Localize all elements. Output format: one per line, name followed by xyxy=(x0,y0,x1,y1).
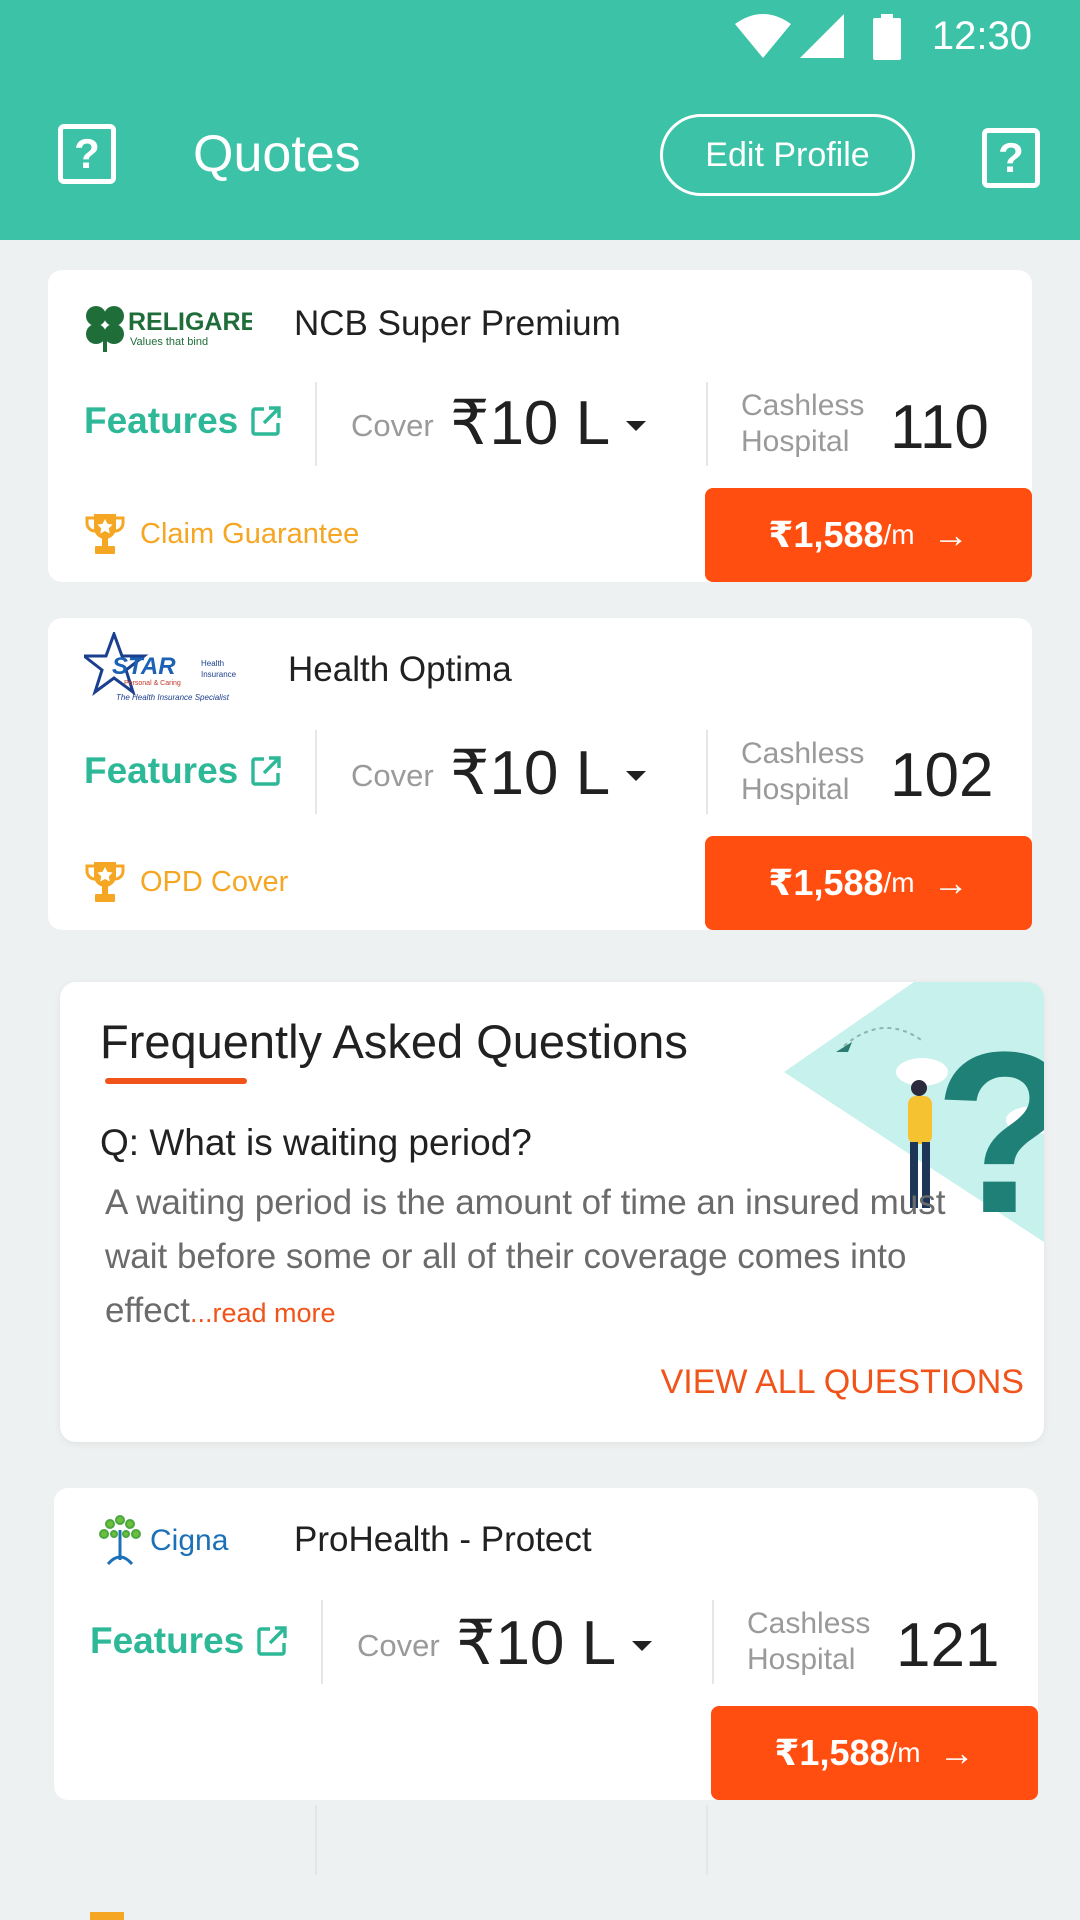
price-unit: /m xyxy=(889,1737,921,1768)
external-link-icon xyxy=(257,1626,287,1656)
cashless-hospital-label: Cashless Hospital xyxy=(747,1607,871,1676)
divider xyxy=(321,1600,323,1684)
read-more-link[interactable]: ...read more xyxy=(190,1298,336,1328)
arrow-right-icon: → xyxy=(938,1732,975,1773)
chevron-down-icon xyxy=(626,421,647,431)
quote-card: STAR Personal & Caring Health Insurance … xyxy=(48,618,1032,930)
cigna-logo: Cigna xyxy=(99,1515,229,1566)
buy-button[interactable]: ₹1,588 /m → xyxy=(711,1706,1038,1800)
page-title: Quotes xyxy=(193,125,361,183)
buy-button[interactable]: ₹1,588 /m → xyxy=(705,836,1032,930)
arrow-right-icon: → xyxy=(932,862,969,903)
trophy-icon xyxy=(90,1912,124,1920)
divider xyxy=(315,1805,317,1875)
cover-label: Cover xyxy=(351,758,434,793)
faq-card: ? Frequently Asked Questions Q: What is … xyxy=(60,982,1044,1442)
price: ₹1,588 xyxy=(774,1732,890,1773)
quote-card: RELIGARE Values that bind NCB Super Prem… xyxy=(48,270,1032,582)
cover-value: ₹10 L xyxy=(456,1609,617,1678)
plan-name: ProHealth - Protect xyxy=(294,1520,592,1559)
tag-label: OPD Cover xyxy=(140,865,289,898)
features-link[interactable]: Features xyxy=(84,396,282,446)
svg-text:STAR: STAR xyxy=(112,653,176,680)
feature-tag: Claim Guarantee xyxy=(84,512,359,556)
cover-value: ₹10 L xyxy=(450,389,611,458)
chevron-down-icon xyxy=(626,771,647,781)
signal-icon xyxy=(800,14,844,58)
cover-dropdown[interactable]: ₹10 L xyxy=(450,736,647,812)
features-label: Features xyxy=(90,1620,245,1661)
quote-card: Cigna ProHealth - Protect Features Cover… xyxy=(54,1488,1038,1800)
battery-icon xyxy=(873,14,901,60)
help-icon[interactable]: ? xyxy=(58,124,116,184)
svg-text:Personal & Caring: Personal & Caring xyxy=(124,680,181,687)
feature-tag: OPD Cover xyxy=(84,860,288,904)
divider xyxy=(315,730,317,814)
trophy-icon xyxy=(85,862,125,902)
cover-label: Cover xyxy=(351,408,434,443)
faq-title: Frequently Asked Questions xyxy=(100,1015,688,1068)
cashless-hospital-label: Cashless Hospital xyxy=(741,737,865,806)
arrow-right-icon: → xyxy=(932,514,969,555)
help-icon-right[interactable]: ? xyxy=(982,128,1040,188)
tag-label: Claim Guarantee xyxy=(140,517,360,550)
features-link[interactable]: Features xyxy=(84,746,282,796)
features-label: Features xyxy=(84,400,239,441)
faq-answer: A waiting period is the amount of time a… xyxy=(105,1183,946,1330)
svg-text:Insurance: Insurance xyxy=(201,670,237,679)
view-all-questions-link[interactable]: VIEW ALL QUESTIONS xyxy=(661,1360,1024,1404)
external-link-icon xyxy=(251,756,281,786)
svg-text:Values that bind: Values that bind xyxy=(130,336,208,348)
trophy-icon xyxy=(85,514,125,554)
svg-text:RELIGARE: RELIGARE xyxy=(128,308,252,336)
divider xyxy=(706,382,708,466)
svg-text:Cigna: Cigna xyxy=(150,1524,229,1557)
divider xyxy=(706,730,708,814)
app-bar: 12:30 ? Quotes Edit Profile ? xyxy=(0,0,1080,240)
cover-dropdown[interactable]: ₹10 L xyxy=(456,1606,653,1682)
cover-dropdown[interactable]: ₹10 L xyxy=(450,386,647,462)
hospital-count: 102 xyxy=(890,741,994,810)
features-link[interactable]: Features xyxy=(90,1616,288,1666)
divider xyxy=(712,1600,714,1684)
plan-name: Health Optima xyxy=(288,650,512,689)
wifi-icon xyxy=(735,14,791,58)
plan-name: NCB Super Premium xyxy=(294,304,621,343)
features-label: Features xyxy=(84,750,239,791)
chevron-down-icon xyxy=(632,1641,653,1651)
faq-question: Q: What is waiting period? xyxy=(100,1122,532,1163)
divider xyxy=(315,382,317,466)
star-health-logo: STAR Personal & Caring Health Insurance … xyxy=(84,632,237,702)
status-time: 12:30 xyxy=(931,14,1032,58)
religare-logo: RELIGARE Values that bind xyxy=(86,306,252,352)
svg-text:Health: Health xyxy=(201,659,224,668)
divider xyxy=(706,1805,708,1875)
price-unit: /m xyxy=(883,519,915,550)
hospital-count: 121 xyxy=(896,1611,1000,1680)
external-link-icon xyxy=(251,406,281,436)
svg-text:The Health Insurance Specialis: The Health Insurance Specialist xyxy=(116,693,230,702)
cover-value: ₹10 L xyxy=(450,739,611,808)
cashless-hospital-label: Cashless Hospital xyxy=(741,389,865,458)
price-unit: /m xyxy=(883,867,915,898)
faq-title-underline xyxy=(105,1078,247,1084)
price: ₹1,588 xyxy=(768,862,884,903)
edit-profile-button[interactable]: Edit Profile xyxy=(660,114,915,196)
hospital-count: 110 xyxy=(890,393,989,462)
buy-button[interactable]: ₹1,588 /m → xyxy=(705,488,1032,582)
cover-label: Cover xyxy=(357,1628,440,1663)
price: ₹1,588 xyxy=(768,514,884,555)
